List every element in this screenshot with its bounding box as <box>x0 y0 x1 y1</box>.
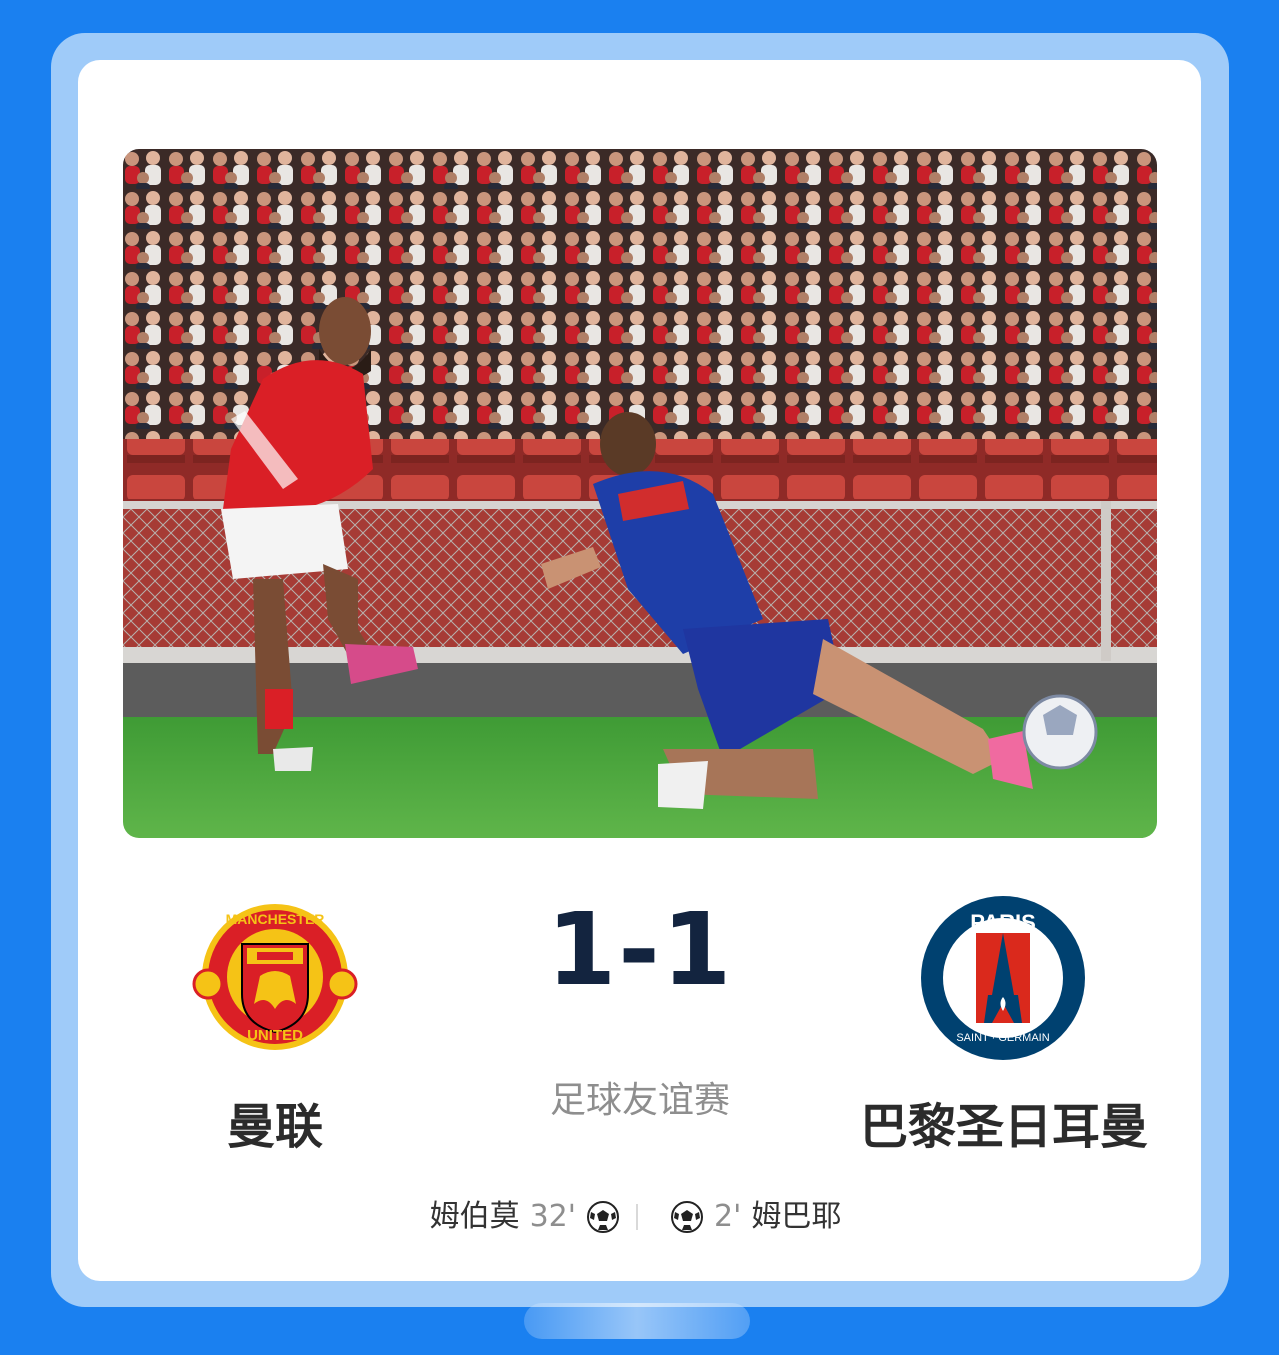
away-crest-top-text: PARIS <box>970 910 1036 935</box>
psg-logo[interactable]: PARIS SAINT · GERMAIN <box>918 893 1088 1063</box>
away-scorer-name: 姆巴耶 <box>751 1199 842 1234</box>
home-scorer: 姆伯莫 32' <box>430 1195 620 1239</box>
soccer-ball-icon <box>586 1200 620 1234</box>
home-scorer-name: 姆伯莫 <box>429 1199 520 1234</box>
psg-crest-icon: PARIS SAINT · GERMAIN <box>921 896 1085 1060</box>
manchester-united-logo[interactable]: MANCHESTER UNITED <box>192 894 358 1060</box>
goal-scorers: 姆伯莫 32' 2' 姆巴耶 <box>370 1195 910 1239</box>
home-scorer-minute: 32' <box>529 1199 576 1234</box>
match-action-image <box>123 149 1157 838</box>
away-team-name[interactable]: 巴黎圣日耳曼 <box>846 1099 1162 1155</box>
manchester-united-crest-icon: MANCHESTER UNITED <box>192 904 358 1050</box>
away-scorer: 2' 姆巴耶 <box>670 1195 841 1239</box>
away-crest-bottom-text: SAINT · GERMAIN <box>956 1032 1049 1044</box>
match-score: 1-1 <box>546 891 734 1008</box>
home-team-name[interactable]: 曼联 <box>200 1099 350 1155</box>
blurred-watermark <box>524 1303 750 1339</box>
soccer-ball-icon <box>670 1200 704 1234</box>
scorer-divider <box>636 1204 638 1230</box>
home-crest-bottom-text: UNITED <box>247 1027 303 1044</box>
home-crest-top-text: MANCHESTER <box>226 911 325 927</box>
match-type-label: 足球友谊赛 <box>549 1080 730 1121</box>
match-photo[interactable] <box>123 149 1157 838</box>
away-scorer-minute: 2' <box>714 1199 742 1234</box>
